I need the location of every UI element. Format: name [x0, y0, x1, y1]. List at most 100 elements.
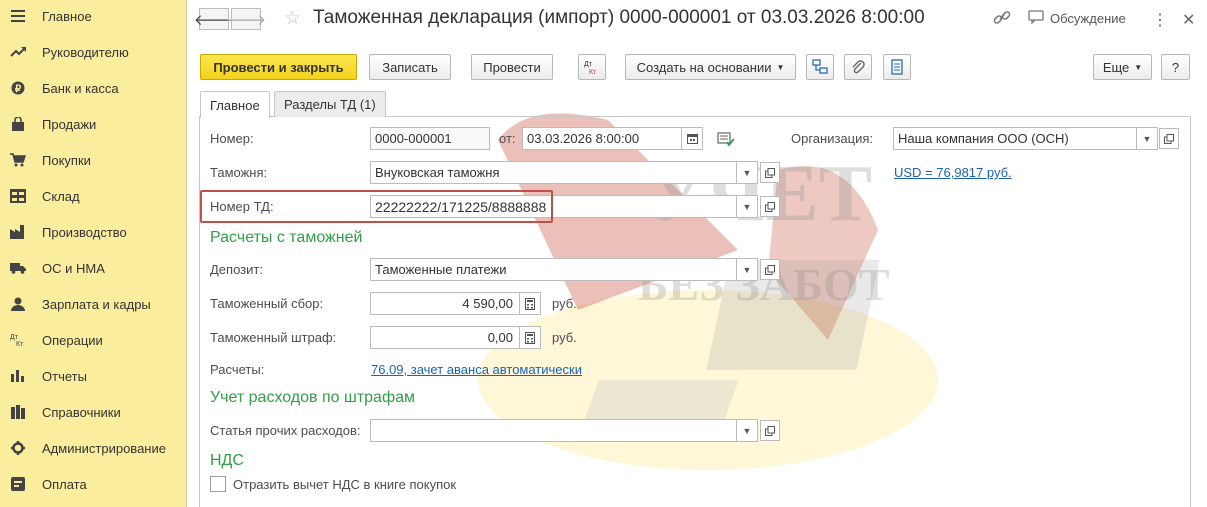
customs-field[interactable]: Внуковская таможня	[370, 161, 737, 184]
truck-icon	[10, 260, 26, 276]
sidebar-item-payment[interactable]: Оплата	[0, 466, 187, 502]
customs-open-button[interactable]	[760, 162, 780, 183]
tab-td-sections[interactable]: Разделы ТД (1)	[274, 91, 386, 117]
document-icon	[891, 59, 903, 75]
organization-open-button[interactable]	[1159, 128, 1179, 149]
warehouse-icon	[10, 188, 26, 204]
more-menu-icon[interactable]: ⋮	[1152, 10, 1168, 30]
other-expenses-dropdown-button[interactable]: ▼	[737, 419, 758, 442]
other-expenses-open-button[interactable]	[760, 420, 780, 441]
more-label: Еще	[1102, 59, 1130, 75]
customs-fine-label: Таможенный штраф:	[210, 330, 337, 345]
trend-icon	[10, 44, 26, 60]
sidebar-item-label: ОС и НМА	[42, 260, 105, 276]
discussion-button[interactable]: Обсуждение	[1028, 10, 1126, 27]
sidebar-item-label: Руководителю	[42, 44, 129, 60]
sidebar-item-label: Производство	[42, 224, 127, 240]
calendar-icon	[686, 134, 698, 144]
save-button[interactable]: Записать	[369, 54, 451, 80]
print-list-button[interactable]	[883, 54, 911, 80]
paperclip-icon	[852, 60, 865, 74]
attach-button[interactable]	[844, 54, 872, 80]
number-field[interactable]: 0000-000001	[370, 127, 490, 150]
gear-icon	[10, 440, 26, 456]
title-bar: 🡐 🡒 ☆ Таможенная декларация (импорт) 000…	[188, 0, 1207, 40]
dt-kt-button[interactable]: Дт Кт	[578, 54, 606, 80]
other-expenses-label: Статья прочих расходов:	[210, 423, 361, 438]
tab-main[interactable]: Главное	[200, 91, 270, 118]
sidebar-item-directories[interactable]: Справочники	[0, 394, 187, 430]
fine-unit: руб.	[552, 330, 577, 345]
sidebar-item-reports[interactable]: Отчеты	[0, 358, 187, 394]
chevron-down-icon: ▼	[742, 167, 752, 178]
customs-fine-field[interactable]: 0,00	[370, 326, 520, 349]
books-icon	[10, 404, 26, 420]
more-button[interactable]: Еще ▼	[1093, 54, 1152, 80]
sidebar-item-label: Администрирование	[42, 440, 166, 456]
sidebar-item-label: Главное	[42, 8, 92, 24]
td-number-open-button[interactable]	[760, 196, 780, 217]
favorite-star-icon[interactable]: ☆	[284, 8, 301, 30]
calculator-icon	[525, 297, 535, 310]
customs-fee-field[interactable]: 4 590,00	[370, 292, 520, 315]
open-window-icon	[1164, 133, 1174, 144]
td-number-dropdown-button[interactable]: ▼	[737, 195, 758, 218]
sidebar-item-bank[interactable]: ₽ Банк и касса	[0, 70, 187, 106]
sidebar-item-fixed-assets[interactable]: ОС и НМА	[0, 250, 187, 286]
sidebar: Главное Руководителю ₽ Банк и касса Прод…	[0, 0, 187, 507]
sidebar-item-production[interactable]: Производство	[0, 214, 187, 250]
organization-field[interactable]: Наша компания ООО (ОСН)	[893, 127, 1137, 150]
link-icon[interactable]	[993, 10, 1011, 26]
vat-deduction-checkbox[interactable]	[210, 476, 226, 492]
sidebar-item-operations[interactable]: Дт Кт Операции	[0, 322, 187, 358]
help-button[interactable]: ?	[1161, 54, 1190, 80]
fee-calculator-button[interactable]	[520, 292, 541, 315]
chat-icon	[1028, 10, 1044, 27]
menu-icon	[10, 8, 26, 24]
currency-rate-link[interactable]: USD = 76,9817 руб.	[894, 165, 1012, 180]
customs-dropdown-button[interactable]: ▼	[737, 161, 758, 184]
sidebar-item-label: Отчеты	[42, 368, 87, 384]
deposit-field[interactable]: Таможенные платежи	[370, 258, 737, 281]
structure-button[interactable]	[806, 54, 834, 80]
organization-dropdown-button[interactable]: ▼	[1137, 127, 1158, 150]
sidebar-item-manager[interactable]: Руководителю	[0, 34, 187, 70]
chevron-down-icon: ▼	[1142, 133, 1152, 144]
sidebar-item-purchases[interactable]: Покупки	[0, 142, 187, 178]
post-button[interactable]: Провести	[471, 54, 553, 80]
forward-button[interactable]: 🡒	[226, 8, 266, 30]
cart-icon	[10, 152, 26, 168]
date-label: от:	[499, 131, 516, 146]
sidebar-item-label: Продажи	[42, 116, 97, 132]
chevron-down-icon: ▼	[776, 62, 785, 72]
dt-kt-icon: ДтКт	[10, 332, 26, 348]
deposit-open-button[interactable]	[760, 259, 780, 280]
back-button[interactable]: 🡐	[194, 8, 234, 30]
customs-fee-label: Таможенный сбор:	[210, 296, 324, 311]
sidebar-item-label: Справочники	[42, 404, 121, 420]
sidebar-item-main[interactable]: Главное	[0, 0, 187, 34]
date-field[interactable]: 03.03.2026 8:00:00	[522, 127, 682, 150]
calculator-icon	[525, 331, 535, 344]
bag-icon	[10, 116, 26, 132]
td-number-highlight	[200, 190, 553, 223]
sidebar-item-label: Операции	[42, 332, 103, 348]
close-icon[interactable]: ✕	[1182, 10, 1195, 30]
sidebar-item-warehouse[interactable]: Склад	[0, 178, 187, 214]
post-and-close-button[interactable]: Провести и закрыть	[200, 54, 357, 80]
chevron-down-icon: ▼	[1134, 62, 1143, 72]
calendar-button[interactable]	[682, 127, 703, 150]
sidebar-item-sales[interactable]: Продажи	[0, 106, 187, 142]
organization-label: Организация:	[791, 131, 874, 146]
other-expenses-field[interactable]	[370, 419, 737, 442]
sidebar-item-salary[interactable]: Зарплата и кадры	[0, 286, 187, 322]
create-based-on-button[interactable]: Создать на основании ▼	[625, 54, 796, 80]
deposit-dropdown-button[interactable]: ▼	[737, 258, 758, 281]
fine-calculator-button[interactable]	[520, 326, 541, 349]
settlements-link[interactable]: 76.09, зачет аванса автоматически	[371, 362, 582, 377]
sidebar-item-admin[interactable]: Администрирование	[0, 430, 187, 466]
chevron-down-icon: ▼	[742, 201, 752, 212]
post-status-icon[interactable]	[717, 131, 735, 150]
section-vat: НДС	[210, 452, 244, 469]
chevron-down-icon: ▼	[742, 264, 752, 275]
